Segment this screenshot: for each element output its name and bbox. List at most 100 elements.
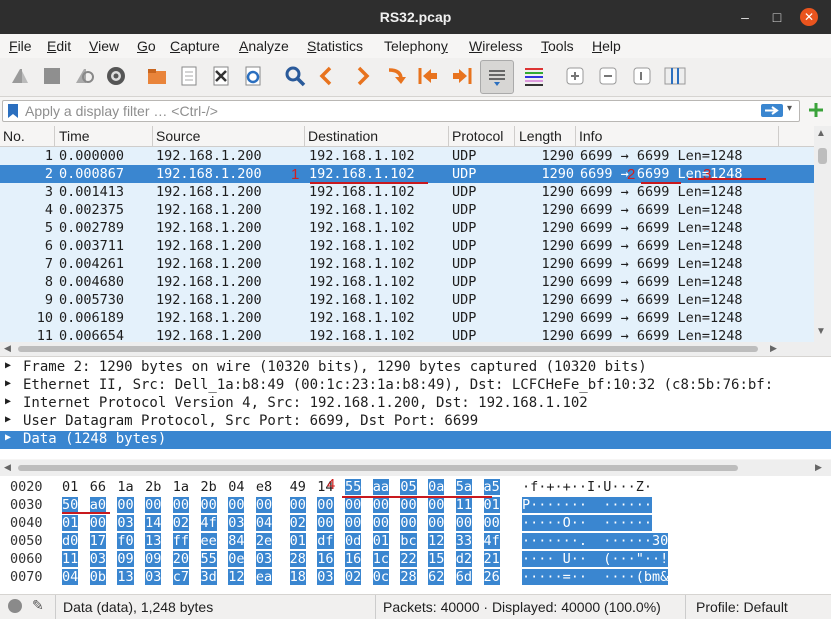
details-horizontal-scrollbar[interactable]: ◀ ▶: [0, 460, 831, 476]
close-file-icon[interactable]: [209, 64, 233, 88]
open-file-icon[interactable]: [145, 64, 169, 88]
hex-byte[interactable]: 28: [289, 551, 306, 567]
hex-byte[interactable]: 03: [145, 569, 162, 585]
hex-byte[interactable]: 1c: [372, 551, 389, 567]
hex-byte[interactable]: f0: [117, 533, 134, 549]
stop-capture-icon[interactable]: [40, 64, 64, 88]
hex-byte[interactable]: 00: [345, 515, 362, 531]
expand-arrow-icon[interactable]: ▶: [5, 396, 11, 407]
packet-row[interactable]: 9 0.005730 192.168.1.200 192.168.1.102 UDP 12…: [0, 291, 814, 309]
go-forward-icon[interactable]: [350, 64, 374, 88]
hex-byte[interactable]: 00: [200, 497, 217, 513]
zoom-in-icon[interactable]: [563, 64, 587, 88]
hex-byte[interactable]: 00: [317, 497, 334, 513]
hex-byte[interactable]: 09: [145, 551, 162, 567]
hex-byte[interactable]: 17: [89, 533, 106, 549]
hex-byte[interactable]: 00: [255, 497, 273, 513]
hex-byte[interactable]: 02: [345, 569, 362, 585]
hex-byte[interactable]: 03: [117, 515, 134, 531]
restart-capture-icon[interactable]: [72, 64, 96, 88]
hex-byte[interactable]: 01: [62, 479, 78, 495]
hex-byte[interactable]: c7: [172, 569, 190, 585]
hex-byte[interactable]: 66: [90, 479, 106, 495]
menu-file[interactable]: File: [9, 38, 32, 54]
hex-byte[interactable]: 00: [145, 497, 162, 513]
minimize-button[interactable]: –: [736, 8, 754, 26]
hex-byte[interactable]: 11: [455, 497, 473, 513]
reload-file-icon[interactable]: [241, 64, 265, 88]
expand-arrow-icon[interactable]: ▶: [5, 360, 11, 371]
hex-byte[interactable]: 00: [345, 497, 362, 513]
column-header-no[interactable]: No.: [3, 128, 25, 144]
hex-byte[interactable]: 0a: [428, 479, 445, 495]
detail-tree-item[interactable]: ▶ Internet Protocol Version 4, Src: 192.1…: [0, 395, 831, 413]
hex-byte[interactable]: 0c: [372, 569, 389, 585]
detail-tree-item[interactable]: ▶ Ethernet II, Src: Dell_1a:b8:49 (00:1c:…: [0, 377, 831, 395]
edit-comment-icon[interactable]: ✎: [32, 597, 44, 614]
hex-byte[interactable]: 33: [455, 533, 473, 549]
start-capture-icon[interactable]: [8, 64, 32, 88]
hex-byte[interactable]: 0d: [345, 533, 362, 549]
hex-byte[interactable]: 4f: [200, 515, 217, 531]
hex-byte[interactable]: a0: [89, 497, 106, 513]
hex-byte[interactable]: df: [317, 533, 334, 549]
hex-byte[interactable]: 01: [372, 533, 389, 549]
menu-capture[interactable]: Capture: [170, 38, 220, 54]
packet-row[interactable]: 2 0.000867 192.168.1.200 192.168.1.102 UDP 12…: [0, 165, 814, 183]
menu-go[interactable]: Go: [137, 38, 156, 54]
last-packet-icon[interactable]: [450, 64, 474, 88]
status-profile[interactable]: Profile: Default: [696, 599, 788, 615]
column-header-time[interactable]: Time: [59, 128, 90, 144]
hex-byte[interactable]: 00: [317, 515, 334, 531]
hex-byte[interactable]: 02: [289, 515, 306, 531]
maximize-button[interactable]: □: [768, 8, 786, 26]
hex-byte[interactable]: 2b: [145, 479, 161, 495]
hex-byte[interactable]: 03: [255, 551, 273, 567]
menu-analyze[interactable]: Analyze: [239, 38, 289, 54]
hex-byte[interactable]: 16: [317, 551, 334, 567]
ascii-dump[interactable]: ···· U·· (···"··!: [522, 551, 669, 567]
packet-row[interactable]: 1 0.000000 192.168.1.200 192.168.1.102 UDP 12…: [0, 147, 814, 165]
hex-byte[interactable]: 04: [255, 515, 273, 531]
hex-byte[interactable]: 02: [172, 515, 190, 531]
hex-byte[interactable]: 28: [400, 569, 417, 585]
hex-byte[interactable]: 0e: [228, 551, 245, 567]
hex-byte[interactable]: 22: [400, 551, 417, 567]
hex-byte[interactable]: 12: [228, 569, 245, 585]
hex-byte[interactable]: 05: [400, 479, 417, 495]
hex-byte[interactable]: 00: [289, 497, 306, 513]
hex-byte[interactable]: 1a: [173, 479, 189, 495]
column-header-destination[interactable]: Destination: [308, 128, 378, 144]
hex-byte[interactable]: 49: [290, 479, 306, 495]
hex-byte[interactable]: 18: [289, 569, 306, 585]
hex-byte[interactable]: 4f: [483, 533, 500, 549]
hex-byte[interactable]: 0b: [89, 569, 106, 585]
ascii-dump[interactable]: ·f·+·+··I·U···Z·: [522, 479, 652, 495]
hex-byte[interactable]: 26: [483, 569, 500, 585]
hex-byte[interactable]: 00: [428, 515, 445, 531]
menu-view[interactable]: View: [89, 38, 119, 54]
column-header-info[interactable]: Info: [579, 128, 602, 144]
hex-byte[interactable]: 01: [289, 533, 306, 549]
hex-byte[interactable]: 16: [345, 551, 362, 567]
expand-arrow-icon[interactable]: ▶: [5, 378, 11, 389]
hex-byte[interactable]: 14: [145, 515, 162, 531]
normal-size-icon[interactable]: [630, 64, 654, 88]
ascii-dump[interactable]: ·····=·· ····(bm&: [522, 569, 669, 585]
autoscroll-icon[interactable]: [480, 60, 514, 94]
packet-row[interactable]: 5 0.002789 192.168.1.200 192.168.1.102 UDP 12…: [0, 219, 814, 237]
hex-byte[interactable]: 00: [455, 515, 473, 531]
hex-byte[interactable]: 3d: [200, 569, 217, 585]
hex-byte[interactable]: 50: [62, 497, 79, 513]
hex-byte[interactable]: a5: [483, 479, 500, 495]
display-filter-input[interactable]: [23, 102, 747, 120]
ascii-dump[interactable]: P······· ······: [522, 497, 653, 513]
packet-row[interactable]: 10 0.006189 192.168.1.200 192.168.1.102 UDP 1…: [0, 309, 814, 327]
hex-byte[interactable]: ea: [255, 569, 273, 585]
packet-row[interactable]: 3 0.001413 192.168.1.200 192.168.1.102 UDP 12…: [0, 183, 814, 201]
apply-filter-arrow-icon[interactable]: [761, 104, 783, 117]
expand-arrow-icon[interactable]: ▶: [5, 432, 11, 443]
display-filter-field[interactable]: ▾: [2, 100, 800, 122]
hex-byte[interactable]: 04: [228, 479, 244, 495]
go-back-icon[interactable]: [315, 64, 339, 88]
